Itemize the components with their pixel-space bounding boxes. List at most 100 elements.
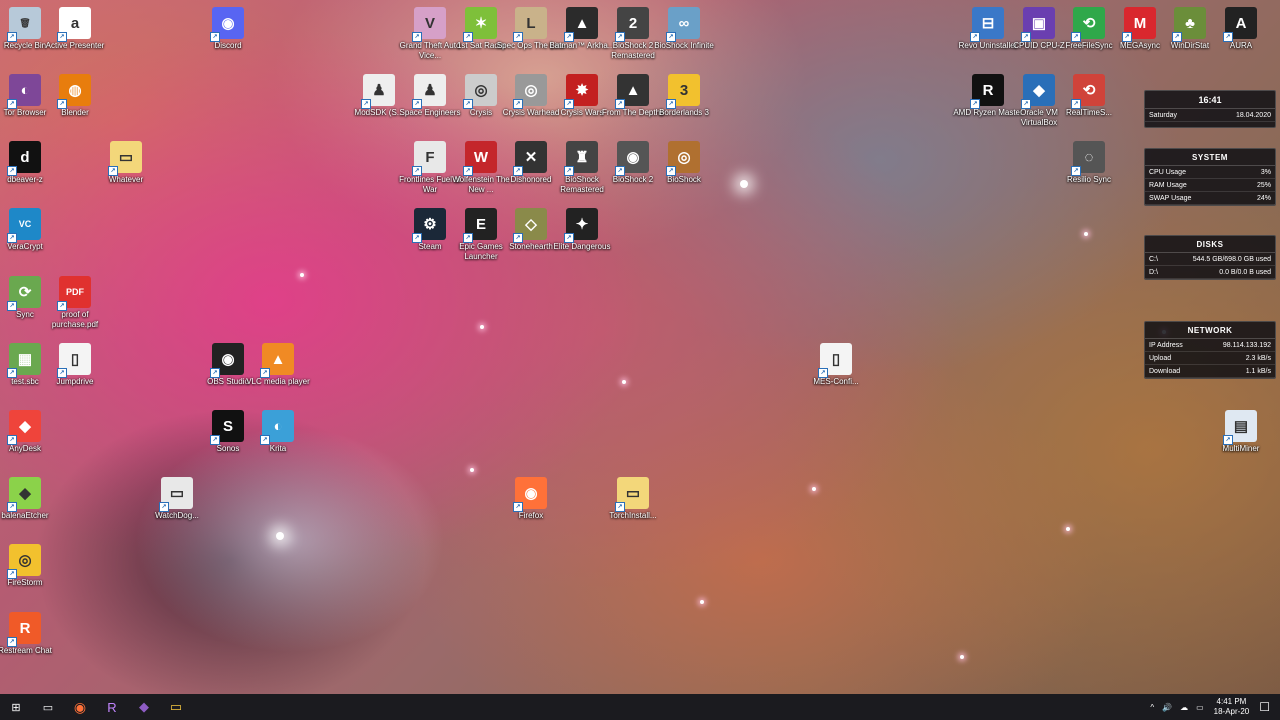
shortcut-arrow-icon: ↗ — [7, 502, 17, 512]
desktop-icon[interactable]: ◎ ↗ FireStorm — [0, 544, 55, 610]
ram-usage-value: 25% — [1256, 182, 1271, 189]
icon-glyph: ▲ — [625, 81, 641, 99]
chevron-up-icon[interactable]: ^ — [1150, 703, 1154, 712]
swap-usage-value: 24% — [1256, 195, 1271, 202]
icon-glyph: ◆ — [19, 485, 31, 502]
desktop-icon[interactable]: PDF ↗ proof of purchase.pdf — [45, 276, 105, 342]
desktop-icon[interactable]: ▲ ↗ VLC media player — [246, 343, 310, 409]
task-view-button[interactable]: ▭ — [32, 694, 64, 720]
desktop-icon[interactable]: ✦ ↗ Elite Dangerous — [552, 208, 612, 274]
epic-icon: E ↗ — [463, 208, 497, 243]
icon-glyph: ◌ — [1084, 148, 1094, 166]
desktop-icon[interactable]: d ↗ dbeaver-z — [0, 141, 55, 207]
icon-glyph: ▭ — [169, 485, 185, 502]
network-icon[interactable]: ▭ — [1196, 703, 1204, 712]
desktop-icon-label: Elite Dangerous — [553, 242, 611, 251]
desktop-icon[interactable]: ◐ ↗ Krita — [248, 410, 308, 476]
ip-address-value: 98.114.133.192 — [1222, 342, 1271, 349]
start-button[interactable]: ⊞ — [0, 694, 32, 720]
space-engineers-icon: ♟ ↗ — [412, 74, 446, 109]
desktop[interactable]: 🗑 ↗ Recycle Bin a ↗ Active Presenter ◉ ↗ Discord… — [0, 0, 1280, 694]
desktop-icon-label: AURA — [1229, 41, 1253, 50]
stonehearth-icon: ◇ ↗ — [513, 208, 547, 243]
pinned-file-explorer[interactable]: ▭ — [160, 694, 192, 720]
desktop-icon[interactable]: 3 ↗ Borderlands 3 — [654, 74, 714, 140]
desktop-icon[interactable]: ◉ ↗ Discord — [198, 7, 258, 73]
pinned-visual-studio[interactable]: ◆ — [128, 694, 160, 720]
desktop-icon-label: Krita — [269, 444, 287, 453]
icon-glyph: 3 — [679, 81, 689, 99]
desktop-icon[interactable]: ▯ ↗ MES-Confi... — [806, 343, 866, 409]
desktop-icon[interactable]: ◆ ↗ balenaEtcher — [0, 477, 55, 543]
disks-title: DISKS — [1145, 236, 1275, 253]
disk-c-value: 544.5 GB/698.0 GB used — [1192, 256, 1271, 263]
icon-glyph: ◆ — [19, 418, 31, 435]
icon-glyph: VC — [18, 219, 32, 229]
system-widget: SYSTEM CPU Usage 3% RAM Usage 25% SWAP Usa… — [1144, 148, 1276, 206]
shortcut-arrow-icon: ↗ — [412, 166, 422, 176]
star — [1084, 232, 1088, 236]
desktop-icon[interactable]: ∞ ↗ BioShock Infinite — [654, 7, 714, 73]
desktop-icon[interactable]: ▭ ↗ Whatever — [96, 141, 156, 207]
cloud-icon[interactable]: ☁ — [1180, 703, 1188, 712]
download-label: Download — [1149, 368, 1181, 375]
cpu-usage-label: CPU Usage — [1149, 169, 1186, 176]
firefox-icon: ◉ ↗ — [513, 477, 547, 512]
shortcut-arrow-icon: ↗ — [970, 99, 980, 109]
crysis-icon: ◎ ↗ — [463, 74, 497, 109]
notifications-icon[interactable]: ☐ — [1259, 700, 1270, 714]
desktop-icon[interactable]: ▯ ↗ Jumpdrive — [45, 343, 105, 409]
icon-glyph: ▯ — [70, 351, 80, 368]
desktop-icon-label: Borderlands 3 — [659, 108, 709, 117]
desktop-icon[interactable]: R ↗ Restream Chat — [0, 612, 55, 678]
taskbar-clock[interactable]: 4:41 PM 18-Apr-20 — [1214, 697, 1250, 717]
volume-icon[interactable]: 🔊 — [1162, 703, 1172, 712]
desktop-icon[interactable]: ◉ ↗ Firefox — [501, 477, 561, 543]
desktop-icon-label: WatchDog... — [155, 511, 199, 520]
desktop-icon[interactable]: ◍ ↗ Blender — [45, 74, 105, 140]
taskbar: ⊞ ▭ ◉ R ◆ ▭ ^ 🔊 ☁ ▭ 4:41 PM 18-Apr-20 ☐ — [0, 694, 1280, 720]
shortcut-arrow-icon: ↗ — [1223, 435, 1233, 445]
shortcut-arrow-icon: ↗ — [260, 435, 270, 445]
icon-glyph: ◎ — [524, 82, 538, 99]
icon-glyph: ⚙ — [423, 216, 437, 233]
desktop-icon[interactable]: ◆ ↗ AnyDesk — [0, 410, 55, 476]
icon-glyph: ▭ — [625, 485, 641, 502]
desktop-icon[interactable]: ▭ ↗ TorchInstall... — [603, 477, 663, 543]
dishonored-icon: ✕ ↗ — [513, 141, 547, 176]
desktop-icon[interactable]: A ↗ AURA — [1211, 7, 1271, 73]
desktop-icon-label: FireStorm — [7, 578, 43, 587]
windows-icon: ⊞ — [11, 701, 21, 714]
desktop-icon[interactable]: ⟲ ↗ RealTimeS... — [1059, 74, 1119, 140]
vlc-icon: ▲ ↗ — [260, 343, 294, 378]
desktop-icon[interactable]: ▤ ↗ MultiMiner — [1211, 410, 1271, 476]
freefilesync-icon: ⟲ ↗ — [1071, 7, 1105, 42]
desktop-icon[interactable]: a ↗ Active Presenter — [45, 7, 105, 73]
shortcut-arrow-icon: ↗ — [666, 99, 676, 109]
balenaetcher-icon: ◆ ↗ — [7, 477, 41, 512]
pinned-ryzen[interactable]: R — [96, 694, 128, 720]
desktop-icon[interactable]: ◎ ↗ BioShock — [654, 141, 714, 207]
icon-glyph: d — [20, 148, 30, 166]
gta-icon: V ↗ — [412, 7, 446, 42]
krita-icon: ◐ ↗ — [260, 410, 294, 445]
bioshock-infinite-icon: ∞ ↗ — [666, 7, 700, 42]
shortcut-arrow-icon: ↗ — [1071, 166, 1081, 176]
icon-glyph: F — [425, 148, 435, 166]
batman-icon: ▲ ↗ — [564, 7, 598, 42]
shortcut-arrow-icon: ↗ — [7, 32, 17, 42]
desktop-icon[interactable]: VC ↗ VeraCrypt — [0, 208, 55, 274]
shortcut-arrow-icon: ↗ — [818, 368, 828, 378]
desktop-icon-label: VLC media player — [246, 377, 310, 386]
shortcut-arrow-icon: ↗ — [513, 233, 523, 243]
icon-glyph: V — [424, 14, 435, 32]
torchinstall-icon: ▭ ↗ — [615, 477, 649, 512]
resilio-icon: ◌ ↗ — [1071, 141, 1105, 176]
disk-d-row: D:\ 0.0 B/0.0 B used — [1145, 266, 1275, 279]
pinned-firefox[interactable]: ◉ — [64, 694, 96, 720]
icon-glyph: ◍ — [68, 82, 82, 99]
desktop-icon[interactable]: ▭ ↗ WatchDog... — [147, 477, 207, 543]
star — [740, 180, 748, 188]
dbeaver-icon: d ↗ — [7, 141, 41, 176]
desktop-icon[interactable]: ◌ ↗ Resilio Sync — [1059, 141, 1119, 207]
